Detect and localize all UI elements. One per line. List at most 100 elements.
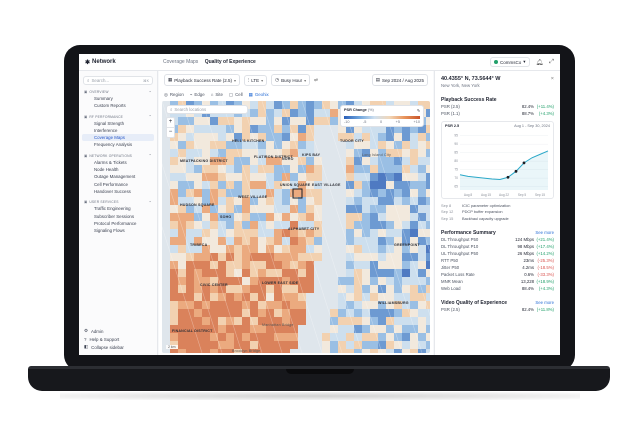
vqe-see-more-link[interactable]: See more — [535, 300, 554, 306]
metric-select[interactable]: ▦ Playback Success Rate (2.5) ▾ — [164, 74, 241, 86]
heat-cell — [330, 101, 338, 109]
heat-cell — [394, 293, 402, 301]
sidebar-item-signaling-flows[interactable]: Signaling Flows — [79, 227, 157, 234]
metric-label: Jitter P50 — [441, 264, 460, 270]
heat-cell — [210, 253, 218, 261]
heat-cell — [378, 141, 386, 149]
sidebar-item-cell-performance[interactable]: Cell Performance — [79, 181, 157, 188]
heat-cell — [426, 341, 430, 349]
heat-cell — [306, 349, 314, 353]
sidebar-item-help[interactable]: ? Help & Support — [79, 335, 158, 343]
chevron-down-icon: ▾ — [523, 59, 526, 64]
breadcrumb-parent[interactable]: Coverage Maps — [163, 59, 198, 65]
heat-cell — [178, 189, 186, 197]
heat-cell — [306, 157, 314, 165]
psr-title-text: Playback Success Rate — [441, 97, 497, 103]
sidebar-item-frequency-analysis[interactable]: Frequency Analysis — [79, 141, 157, 148]
metric-value: 0.6% — [524, 271, 534, 277]
collapse-icon: ◧ — [84, 344, 89, 349]
legend-tick: 0 — [379, 120, 383, 124]
tab-edge[interactable]: ⌁ Edge — [190, 92, 205, 98]
heat-cell — [250, 101, 258, 109]
tab-site[interactable]: ⌂ Site — [211, 92, 223, 97]
heat-cell — [306, 109, 314, 117]
event-marker[interactable] — [506, 175, 510, 179]
heat-cell — [426, 269, 430, 277]
heat-cell — [322, 261, 330, 269]
sidebar-item-admin[interactable]: ⚙ Admin — [79, 327, 158, 335]
metric-row: MNR Mean 13,228 (+18.9%) — [435, 278, 560, 285]
chevron-down-icon: ▾ — [234, 77, 237, 83]
zoom-in-button[interactable]: + — [167, 118, 174, 127]
coverage-map[interactable]: ⌕ Search locations + − PSR Change (%) ✎ … — [162, 101, 430, 353]
heat-cell — [402, 221, 410, 229]
sidebar-item-subscriber-sessions[interactable]: Subscriber Sessions — [79, 213, 157, 220]
sidebar-item-coverage-maps[interactable]: Coverage Maps — [82, 134, 154, 142]
date-range-button[interactable]: ▤ Sep 2024 / Aug 2025 — [371, 74, 428, 86]
sidebar-item-handover-success[interactable]: Handover Success — [79, 188, 157, 195]
heat-cell — [298, 205, 306, 213]
heat-cell — [314, 101, 322, 109]
sidebar-item-node-health[interactable]: Node Health — [79, 166, 157, 173]
tab-cell[interactable]: ▢ Cell — [229, 92, 243, 98]
sidebar-item-protocol-performance[interactable]: Protocol Performance — [79, 220, 157, 227]
perf-see-more-link[interactable]: See more — [535, 230, 554, 236]
external-link-icon[interactable]: ⤢ — [549, 59, 554, 66]
bell-icon[interactable]: 🔔︎ — [536, 59, 544, 66]
swap-icon[interactable]: ⇄ — [314, 77, 318, 83]
metric-row: PSR (2.5) 82.4% (+11.4%) — [435, 103, 560, 110]
tab-geohix[interactable]: ▦ Geohix — [249, 92, 269, 98]
heat-cell — [242, 317, 250, 325]
heat-cell — [250, 293, 258, 301]
heat-cell — [274, 245, 282, 253]
heat-cell — [290, 253, 298, 261]
heat-cell — [226, 181, 234, 189]
sidebar-item-traffic-engineering[interactable]: Traffic Engineering — [79, 205, 157, 212]
x-tick-label: Aug 15 — [481, 193, 491, 197]
event-text: PDCP buffer expansion — [462, 209, 503, 215]
heat-cell — [410, 229, 418, 237]
sidebar-item-signal-strength[interactable]: Signal Strength — [79, 120, 157, 127]
heat-cell — [378, 205, 386, 213]
sidebar-search[interactable]: ⌕ Search... ⌘K — [83, 76, 153, 85]
org-switcher[interactable]: CommsCo ▾ — [490, 57, 530, 67]
collapse-sidebar-button[interactable]: ◧ Collapse sidebar — [79, 343, 158, 351]
heat-cell — [162, 261, 170, 269]
event-marker[interactable] — [514, 169, 518, 173]
heat-cell — [170, 165, 178, 173]
sidebar-item-outage-management[interactable]: Outage Management — [79, 173, 157, 180]
heat-cell — [266, 101, 274, 109]
sidebar-search-placeholder: Search... — [91, 78, 110, 83]
site-icon: ⌂ — [210, 92, 214, 97]
sidebar-item-interference[interactable]: Interference — [79, 127, 157, 134]
heat-cell — [250, 309, 258, 317]
brand[interactable]: ✱ Network — [79, 59, 158, 66]
metric-label: DL Throughput P10 — [441, 243, 479, 249]
tab-region[interactable]: ◎ Region — [164, 92, 184, 98]
sidebar-item-custom-reports[interactable]: Custom Reports — [79, 102, 157, 109]
map-search-input[interactable]: ⌕ Search locations — [166, 105, 248, 114]
heat-cell — [202, 189, 210, 197]
sidebar-item-summary[interactable]: Summary — [79, 95, 157, 102]
tech-select[interactable]: ⫶ LTE ▾ — [244, 74, 268, 86]
heat-cell — [338, 317, 346, 325]
edit-icon[interactable]: ✎ — [417, 108, 420, 113]
chevron-down-icon: ▾ — [304, 77, 307, 83]
geohix-icon: ▦ — [248, 91, 253, 97]
granularity-select[interactable]: ◷ Busy Hour ▾ — [271, 74, 311, 86]
granularity-value: Busy Hour — [281, 77, 303, 83]
zoom-out-button[interactable]: − — [167, 127, 174, 137]
heat-cell — [338, 325, 346, 333]
close-icon[interactable]: × — [551, 76, 554, 82]
heat-cell — [250, 277, 258, 285]
heat-cell — [290, 117, 298, 125]
sidebar: ⌕ Search... ⌘K ▣ OVERVIEW ⌃ Summary Custom R… — [79, 71, 158, 355]
sidebar-section-title: USER SERVICES — [89, 200, 119, 205]
heat-cell — [274, 293, 282, 301]
event-marker[interactable] — [522, 161, 526, 165]
heat-cell — [346, 301, 354, 309]
heat-cell — [362, 333, 370, 341]
breadcrumb: Coverage Maps Quality of Experience — [158, 59, 256, 65]
heat-cell — [202, 117, 210, 125]
sidebar-item-alarms-tickets[interactable]: Alarms & Tickets — [79, 159, 157, 166]
